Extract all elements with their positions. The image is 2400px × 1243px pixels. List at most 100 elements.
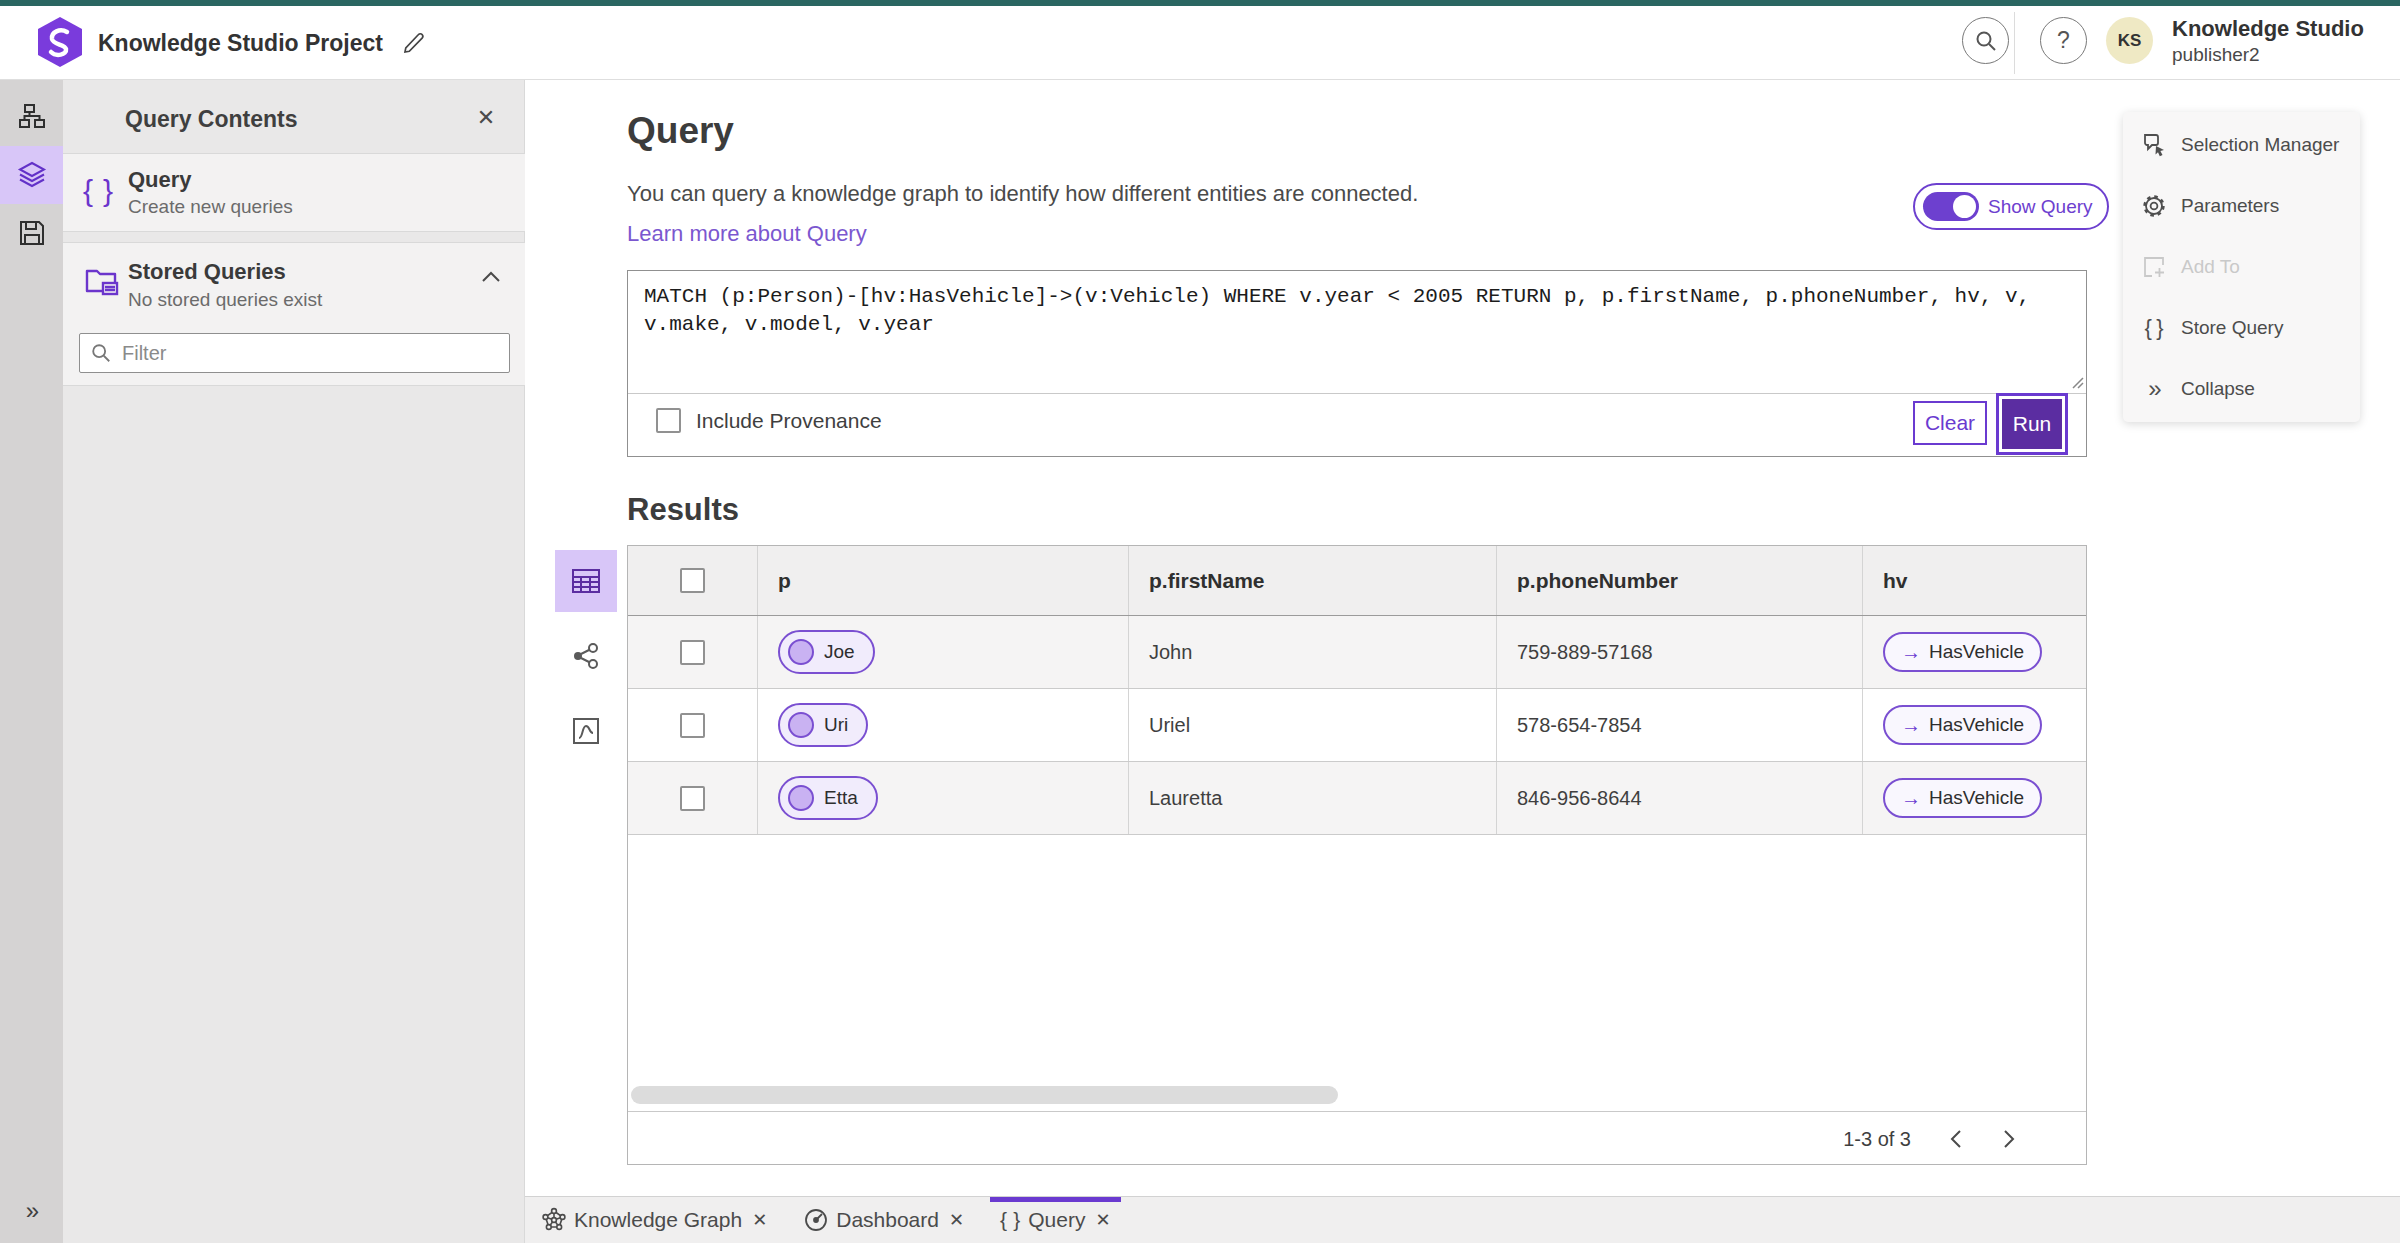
node-circle-icon <box>788 785 814 811</box>
column-header-hv[interactable]: hv <box>1863 546 2086 615</box>
tab-label: Query <box>1028 1208 1085 1232</box>
cell-firstname: Uriel <box>1129 689 1497 761</box>
query-editor[interactable]: MATCH (p:Person)-[hv:HasVehicle]->(v:Veh… <box>628 271 2086 392</box>
avatar[interactable]: KS <box>2106 17 2153 64</box>
menu-item-label: Selection Manager <box>2181 134 2339 156</box>
tab-dashboard[interactable]: Dashboard ✕ <box>793 1197 974 1243</box>
query-page-title: Query <box>627 110 734 152</box>
selection-manager-item[interactable]: Selection Manager <box>2123 114 2360 175</box>
row-checkbox[interactable] <box>680 786 705 811</box>
filter-field[interactable] <box>79 333 510 373</box>
row-checkbox[interactable] <box>680 640 705 665</box>
edge-label: HasVehicle <box>1929 787 2024 809</box>
edge-pill[interactable]: →HasVehicle <box>1883 632 2042 672</box>
panel-title: Query Contents <box>125 106 298 133</box>
store-query-item[interactable]: { } Store Query <box>2123 297 2360 358</box>
include-provenance-checkbox[interactable] <box>656 408 681 433</box>
username: publisher2 <box>2172 44 2260 66</box>
edge-label: HasVehicle <box>1929 714 2024 736</box>
query-item[interactable]: { } Query Create new queries <box>63 153 525 232</box>
results-title: Results <box>627 492 739 528</box>
run-button[interactable]: Run <box>2002 399 2062 449</box>
tab-close-icon[interactable]: ✕ <box>949 1209 964 1231</box>
graph-view-button[interactable] <box>555 625 617 687</box>
run-button-ring: Run <box>1996 393 2068 455</box>
panel-close-icon[interactable]: ✕ <box>472 104 500 132</box>
stored-queries-section: Stored Queries No stored queries exist <box>63 242 525 386</box>
rail-save-icon[interactable] <box>0 204 63 262</box>
parameters-item[interactable]: Parameters <box>2123 175 2360 236</box>
filter-input[interactable] <box>122 342 482 365</box>
query-editor-container: MATCH (p:Person)-[hv:HasVehicle]->(v:Veh… <box>627 270 2087 457</box>
cell-firstname: Lauretta <box>1129 762 1497 834</box>
table-row: Uri Uriel 578-654-7854 →HasVehicle <box>628 689 2086 762</box>
include-provenance-label: Include Provenance <box>696 409 882 433</box>
cell-phonenumber: 759-889-57168 <box>1497 616 1863 688</box>
node-circle-icon <box>788 639 814 665</box>
column-header-phonenumber[interactable]: p.phoneNumber <box>1497 546 1863 615</box>
horizontal-scrollbar[interactable] <box>631 1086 1338 1104</box>
clear-button[interactable]: Clear <box>1913 401 1987 445</box>
menu-item-label: Add To <box>2181 256 2240 278</box>
tab-query[interactable]: { } Query ✕ <box>990 1197 1121 1243</box>
node-pill[interactable]: Joe <box>778 630 875 674</box>
help-button[interactable]: ? <box>2040 17 2087 64</box>
results-table: p p.firstName p.phoneNumber hv Joe John … <box>627 545 2087 1165</box>
add-to-icon <box>2141 254 2167 280</box>
stored-queries-subtitle: No stored queries exist <box>128 289 322 311</box>
query-box-divider <box>628 393 2086 394</box>
collapse-caret-icon[interactable] <box>479 269 503 285</box>
app-header: Knowledge Studio Project ? KS Knowledge … <box>0 6 2400 80</box>
knowledge-graph-icon <box>541 1207 567 1233</box>
cell-phonenumber: 846-956-8644 <box>1497 762 1863 834</box>
query-contents-panel: Query Contents ✕ { } Query Create new qu… <box>63 80 525 1243</box>
add-to-item: Add To <box>2123 236 2360 297</box>
rail-hierarchy-icon[interactable] <box>0 88 63 146</box>
store-query-braces-icon: { } <box>2141 315 2167 341</box>
edge-pill[interactable]: →HasVehicle <box>1883 705 2042 745</box>
node-pill[interactable]: Uri <box>778 703 868 747</box>
show-query-label: Show Query <box>1988 196 2093 218</box>
app-logo[interactable] <box>36 16 84 68</box>
pagination-prev-icon[interactable] <box>1947 1124 1981 1154</box>
show-query-toggle[interactable]: Show Query <box>1913 183 2109 230</box>
toggle-switch[interactable] <box>1923 192 1979 221</box>
query-item-subtitle: Create new queries <box>128 196 293 218</box>
rail-layers-icon[interactable] <box>0 146 63 204</box>
search-button[interactable] <box>1962 17 2009 64</box>
node-label: Joe <box>824 641 855 663</box>
row-checkbox[interactable] <box>680 713 705 738</box>
stored-queries-title: Stored Queries <box>128 259 286 285</box>
project-title: Knowledge Studio Project <box>98 30 383 57</box>
query-description: You can query a knowledge graph to ident… <box>627 181 1418 207</box>
column-header-firstname[interactable]: p.firstName <box>1129 546 1497 615</box>
node-pill[interactable]: Etta <box>778 776 878 820</box>
cell-firstname: John <box>1129 616 1497 688</box>
tab-close-icon[interactable]: ✕ <box>752 1209 767 1231</box>
column-header-p[interactable]: p <box>758 546 1129 615</box>
braces-icon: { } <box>1000 1208 1021 1232</box>
learn-more-link[interactable]: Learn more about Query <box>627 221 867 247</box>
tab-label: Knowledge Graph <box>574 1208 742 1232</box>
table-row: Joe John 759-889-57168 →HasVehicle <box>628 616 2086 689</box>
collapse-item[interactable]: » Collapse <box>2123 358 2360 419</box>
edge-label: HasVehicle <box>1929 641 2024 663</box>
edge-pill[interactable]: →HasVehicle <box>1883 778 2042 818</box>
tab-knowledge-graph[interactable]: Knowledge Graph ✕ <box>531 1197 777 1243</box>
results-view-switcher <box>555 550 617 762</box>
resize-handle-icon[interactable] <box>2070 375 2084 389</box>
node-label: Etta <box>824 787 858 809</box>
folder-icon <box>83 261 123 301</box>
node-label: Uri <box>824 714 848 736</box>
table-footer: 1-3 of 3 <box>628 1111 2086 1164</box>
pagination-next-icon[interactable] <box>2000 1124 2034 1154</box>
table-view-button[interactable] <box>555 550 617 612</box>
select-all-checkbox[interactable] <box>680 568 705 593</box>
rail-expand-icon[interactable]: » <box>0 1197 63 1225</box>
header-divider <box>2014 12 2015 74</box>
collapse-chevrons-icon: » <box>2141 375 2167 403</box>
tab-close-icon[interactable]: ✕ <box>1095 1209 1110 1231</box>
chart-view-button[interactable] <box>555 700 617 762</box>
edit-title-icon[interactable] <box>400 26 434 60</box>
braces-icon: { } <box>83 174 115 208</box>
